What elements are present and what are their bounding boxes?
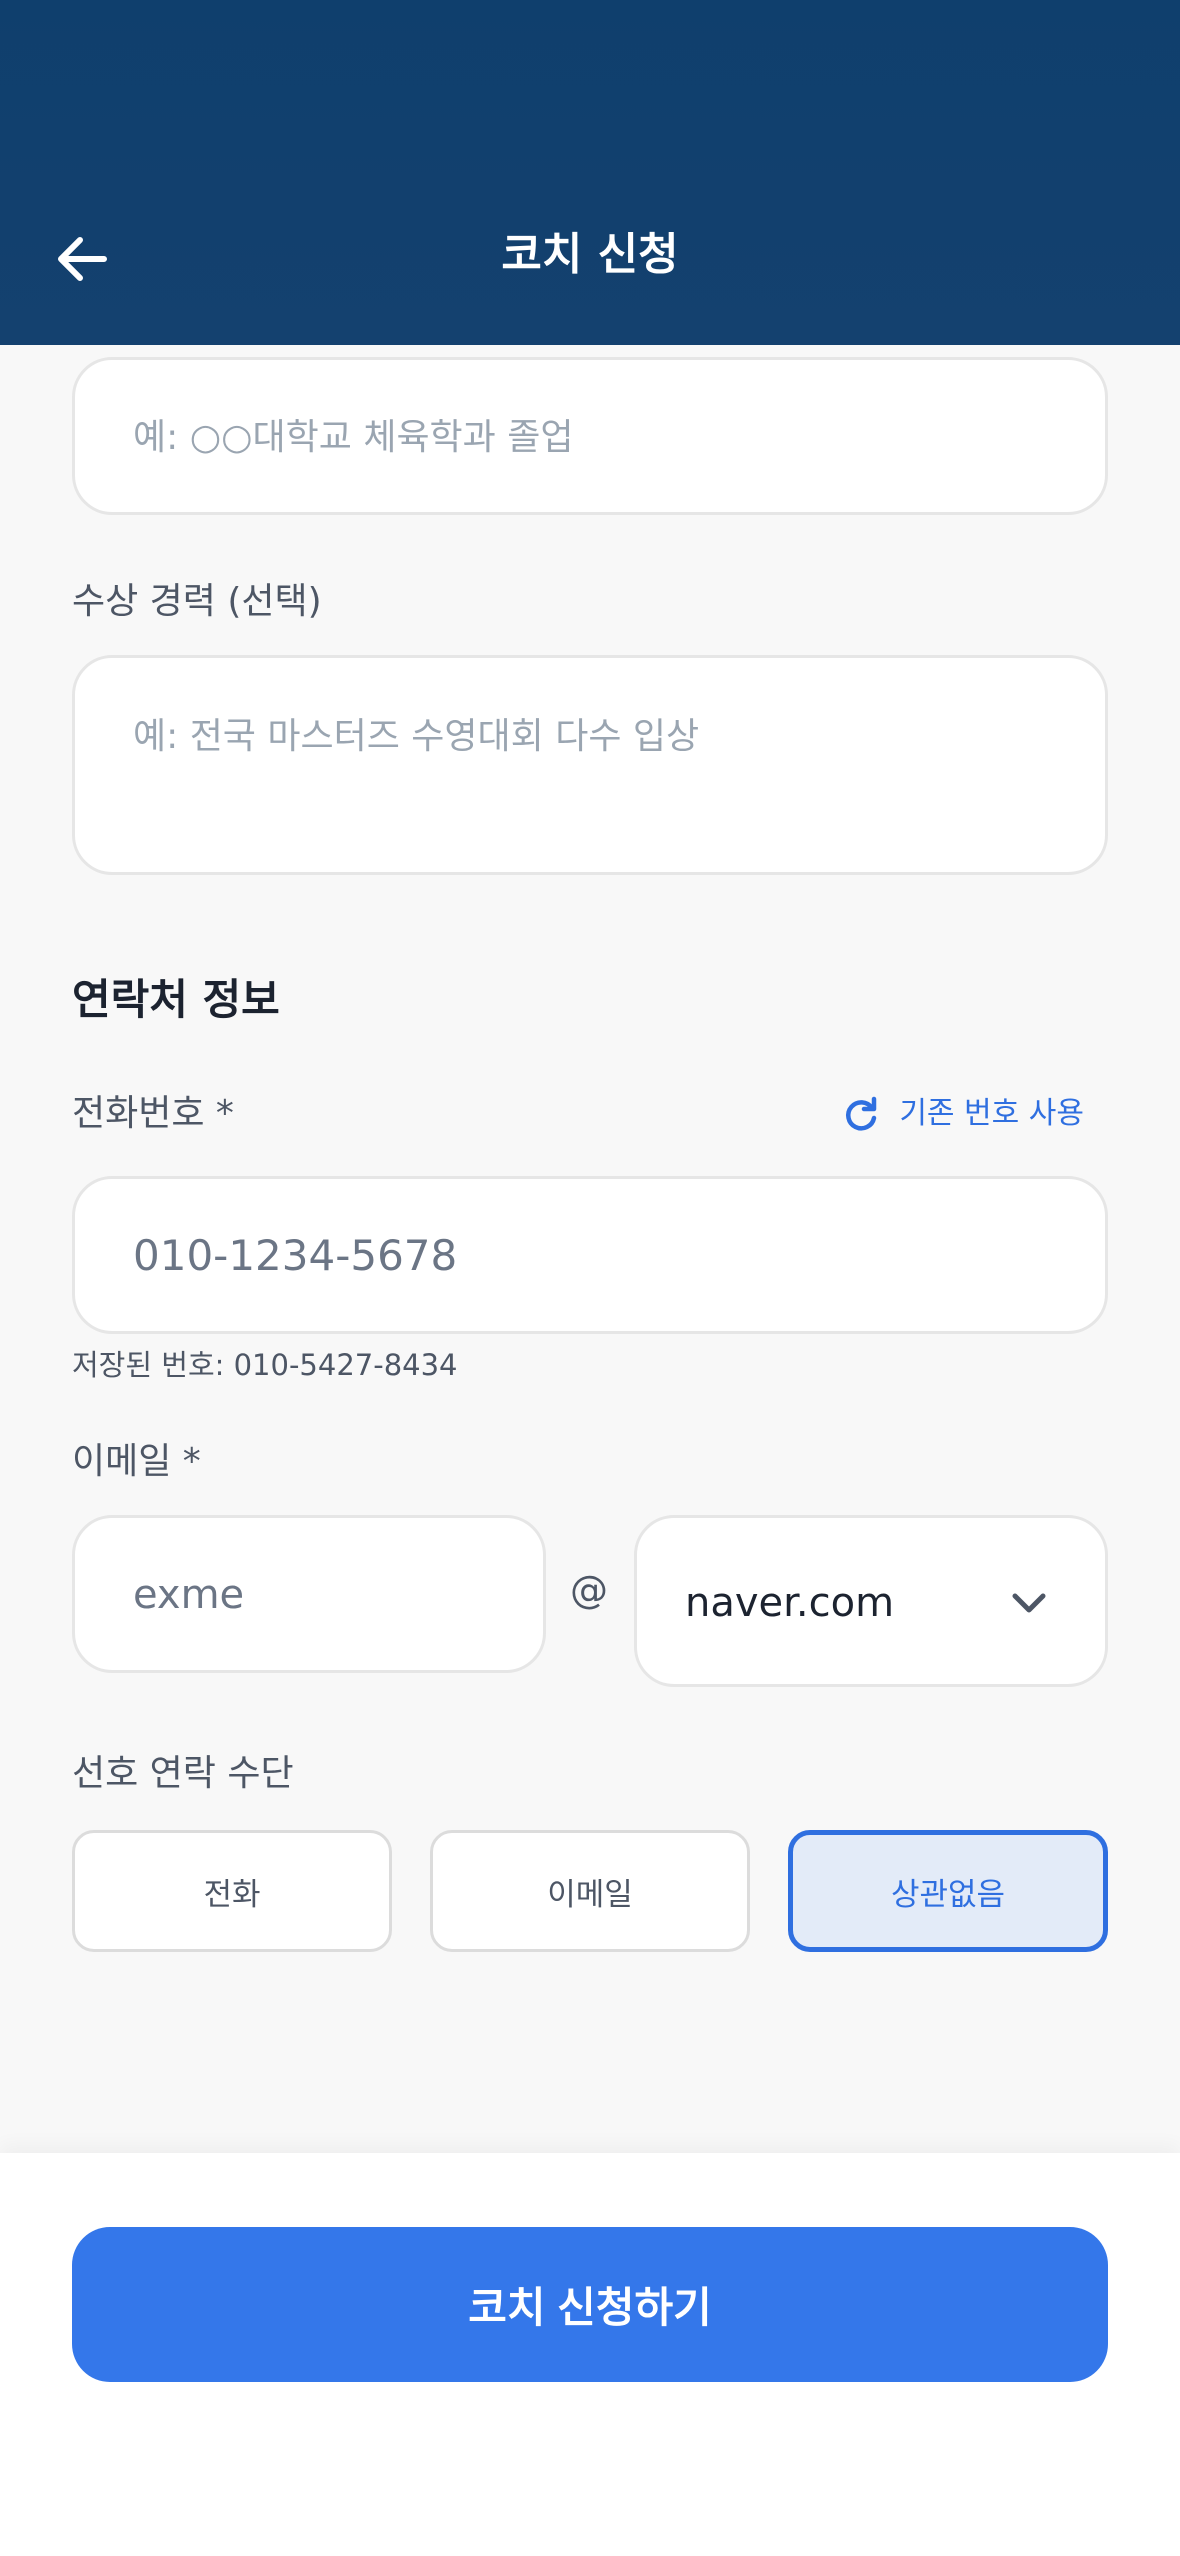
saved-phone-hint: 저장된 번호: 010-5427-8434	[72, 1348, 458, 1382]
awards-placeholder: 예: 전국 마스터즈 수영대회 다수 입상	[133, 716, 700, 757]
chevron-down-icon	[1012, 1593, 1046, 1613]
reuse-phone-label: 기존 번호 사용	[899, 1096, 1084, 1131]
contact-option-label: 상관없음	[890, 1876, 1006, 1913]
email-local-input[interactable]: exme	[72, 1515, 546, 1673]
refresh-icon	[846, 1096, 877, 1131]
submit-button[interactable]: 코치 신청하기	[72, 2227, 1108, 2382]
email-domain-value: naver.com	[685, 1580, 895, 1626]
contact-option-label: 이메일	[547, 1876, 633, 1913]
education-placeholder: 예: ○○대학교 체육학과 졸업	[133, 417, 574, 458]
phone-label: 전화번호 *	[72, 1093, 234, 1134]
contact-option-phone[interactable]: 전화	[72, 1830, 392, 1952]
email-label: 이메일 *	[72, 1441, 201, 1482]
awards-label: 수상 경력 (선택)	[72, 581, 322, 622]
preferred-contact-label: 선호 연락 수단	[72, 1753, 294, 1794]
education-field[interactable]: 예: ○○대학교 체육학과 졸업	[72, 357, 1108, 515]
contact-option-email[interactable]: 이메일	[430, 1830, 750, 1952]
app-header: 코치 신청	[0, 0, 1180, 345]
email-domain-select[interactable]: naver.com	[634, 1515, 1108, 1687]
phone-placeholder: 010-1234-5678	[133, 1231, 458, 1280]
phone-input[interactable]: 010-1234-5678	[72, 1176, 1108, 1334]
reuse-phone-button[interactable]: 기존 번호 사용	[841, 1090, 1084, 1138]
awards-textarea[interactable]: 예: 전국 마스터즈 수영대회 다수 입상	[72, 655, 1108, 875]
page-title: 코치 신청	[501, 229, 679, 280]
contact-section-title: 연락처 정보	[72, 975, 280, 1024]
email-at-sign: @	[570, 1568, 608, 1612]
contact-option-label: 전화	[203, 1876, 261, 1913]
email-local-value: exme	[133, 1572, 245, 1618]
contact-option-any[interactable]: 상관없음	[788, 1830, 1108, 1952]
